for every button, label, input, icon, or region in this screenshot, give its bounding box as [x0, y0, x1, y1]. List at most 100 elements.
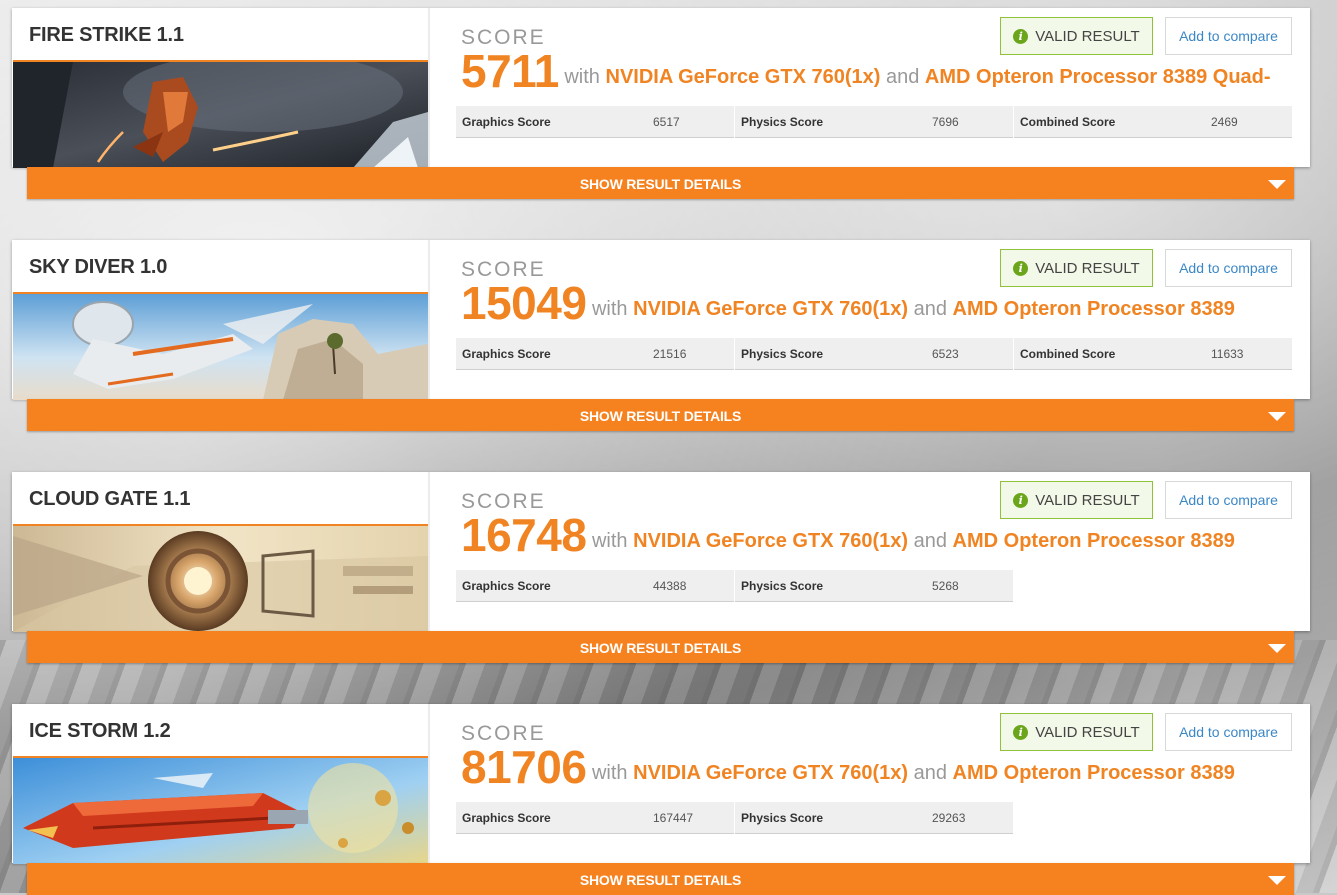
gpu-link[interactable]: NVIDIA GeForce GTX 760(1x): [633, 298, 908, 320]
subscore-label: Combined Score: [1020, 347, 1116, 361]
cpu-link[interactable]: AMD Opteron Processor 8389: [953, 762, 1235, 784]
subscore-label: Combined Score: [1020, 115, 1116, 129]
add-to-compare-button[interactable]: Add to compare: [1165, 17, 1292, 55]
subscore-label: Physics Score: [741, 347, 824, 361]
subscore-label: Graphics Score: [462, 811, 551, 825]
and-text: and: [885, 66, 920, 88]
chevron-down-icon: [1268, 876, 1286, 885]
valid-result-label: VALID RESULT: [1035, 723, 1140, 741]
benchmark-header: CLOUD GATE 1.1: [12, 472, 428, 632]
overall-score: 81706: [461, 741, 587, 793]
and-text: and: [913, 762, 947, 784]
subscore-value: 21516: [653, 347, 687, 361]
valid-result-badge[interactable]: i VALID RESULT: [1000, 481, 1153, 519]
gpu-link[interactable]: NVIDIA GeForce GTX 760(1x): [633, 762, 908, 784]
subscore-graphics: Graphics Score 6517: [456, 106, 734, 138]
show-result-details-button[interactable]: SHOW RESULT DETAILS: [27, 399, 1294, 431]
show-result-details-label: SHOW RESULT DETAILS: [579, 408, 742, 424]
subscore-label: Graphics Score: [462, 115, 551, 129]
subscore-value: 7696: [932, 115, 959, 129]
info-icon: i: [1013, 28, 1029, 44]
chevron-down-icon: [1268, 644, 1286, 653]
with-text: with: [564, 66, 600, 88]
subscore-label: Physics Score: [741, 811, 824, 825]
subscore-physics: Physics Score 7696: [735, 106, 1013, 138]
subscore-value: 5268: [932, 579, 959, 593]
overall-score: 16748: [461, 509, 587, 561]
subscore-label: Physics Score: [741, 579, 824, 593]
subscore-label: Graphics Score: [462, 579, 551, 593]
cpu-link[interactable]: AMD Opteron Processor 8389: [953, 530, 1235, 552]
benchmark-thumbnail: [13, 60, 428, 168]
cpu-link[interactable]: AMD Opteron Processor 8389 Quad-: [925, 66, 1271, 88]
valid-result-label: VALID RESULT: [1035, 259, 1140, 277]
result-card: CLOUD GATE 1.1 SCORE 16748 with NVIDIA G…: [12, 472, 1310, 632]
card-divider: [428, 704, 430, 863]
info-icon: i: [1013, 724, 1029, 740]
chevron-down-icon: [1268, 180, 1286, 189]
with-text: with: [591, 530, 628, 552]
gpu-link[interactable]: NVIDIA GeForce GTX 760(1x): [633, 530, 908, 552]
subscore-physics: Physics Score 29263: [735, 802, 1013, 834]
and-text: and: [913, 298, 947, 320]
subscore-table: Graphics Score 6517 Physics Score 7696 C…: [456, 106, 1293, 138]
info-icon: i: [1013, 260, 1029, 276]
add-to-compare-button[interactable]: Add to compare: [1165, 249, 1292, 287]
subscore-physics: Physics Score 6523: [735, 338, 1013, 370]
valid-result-label: VALID RESULT: [1035, 27, 1140, 45]
benchmark-header: FIRE STRIKE 1.1: [12, 8, 428, 168]
overall-score: 5711: [461, 45, 559, 97]
subscore-value: 2469: [1211, 115, 1238, 129]
subscore-table: Graphics Score 44388 Physics Score 5268: [456, 570, 1014, 602]
subscore-graphics: Graphics Score 167447: [456, 802, 734, 834]
result-card: FIRE STRIKE 1.1 SCORE 5711 with NVIDIA G…: [12, 8, 1310, 168]
show-result-details-label: SHOW RESULT DETAILS: [579, 872, 742, 888]
show-result-details-button[interactable]: SHOW RESULT DETAILS: [27, 167, 1294, 199]
show-result-details-button[interactable]: SHOW RESULT DETAILS: [27, 863, 1294, 895]
result-card: SKY DIVER 1.0 SCORE 15049 with NVIDIA Ge…: [12, 240, 1310, 400]
info-icon: i: [1013, 492, 1029, 508]
card-divider: [428, 472, 430, 631]
subscore-value: 167447: [653, 811, 694, 825]
subscore-combined: Combined Score 2469: [1014, 106, 1292, 138]
benchmark-thumbnail: [13, 292, 428, 400]
benchmark-title: SKY DIVER 1.0: [29, 256, 168, 278]
show-result-details-button[interactable]: SHOW RESULT DETAILS: [27, 631, 1294, 663]
chevron-down-icon: [1268, 412, 1286, 421]
overall-score: 15049: [461, 277, 587, 329]
show-result-details-label: SHOW RESULT DETAILS: [579, 176, 742, 192]
subscore-label: Physics Score: [741, 115, 824, 129]
subscore-value: 44388: [653, 579, 687, 593]
subscore-label: Graphics Score: [462, 347, 551, 361]
subscore-value: 11633: [1211, 347, 1244, 361]
subscore-combined: Combined Score 11633: [1014, 338, 1292, 370]
subscore-value: 29263: [932, 811, 966, 825]
benchmark-title: FIRE STRIKE 1.1: [29, 24, 184, 46]
valid-result-badge[interactable]: i VALID RESULT: [1000, 249, 1153, 287]
benchmark-thumbnail: [13, 524, 428, 632]
valid-result-badge[interactable]: i VALID RESULT: [1000, 713, 1153, 751]
benchmark-title: ICE STORM 1.2: [29, 720, 171, 742]
subscore-physics: Physics Score 5268: [735, 570, 1013, 602]
subscore-value: 6523: [932, 347, 959, 361]
gpu-link[interactable]: NVIDIA GeForce GTX 760(1x): [606, 66, 881, 88]
benchmark-header: SKY DIVER 1.0: [12, 240, 428, 400]
subscore-graphics: Graphics Score 44388: [456, 570, 734, 602]
subscore-table: Graphics Score 167447 Physics Score 2926…: [456, 802, 1014, 834]
subscore-table: Graphics Score 21516 Physics Score 6523 …: [456, 338, 1293, 370]
result-card: ICE STORM 1.2 SCORE 81706 with NVIDIA Ge…: [12, 704, 1310, 864]
add-to-compare-button[interactable]: Add to compare: [1165, 713, 1292, 751]
benchmark-thumbnail: [13, 756, 428, 864]
and-text: and: [913, 530, 947, 552]
benchmark-title: CLOUD GATE 1.1: [29, 488, 191, 510]
add-to-compare-button[interactable]: Add to compare: [1165, 481, 1292, 519]
card-divider: [428, 240, 430, 399]
show-result-details-label: SHOW RESULT DETAILS: [579, 640, 742, 656]
with-text: with: [591, 298, 628, 320]
cpu-link[interactable]: AMD Opteron Processor 8389: [953, 298, 1235, 320]
valid-result-badge[interactable]: i VALID RESULT: [1000, 17, 1153, 55]
with-text: with: [591, 762, 628, 784]
subscore-value: 6517: [653, 115, 680, 129]
benchmark-header: ICE STORM 1.2: [12, 704, 428, 864]
valid-result-label: VALID RESULT: [1035, 491, 1140, 509]
